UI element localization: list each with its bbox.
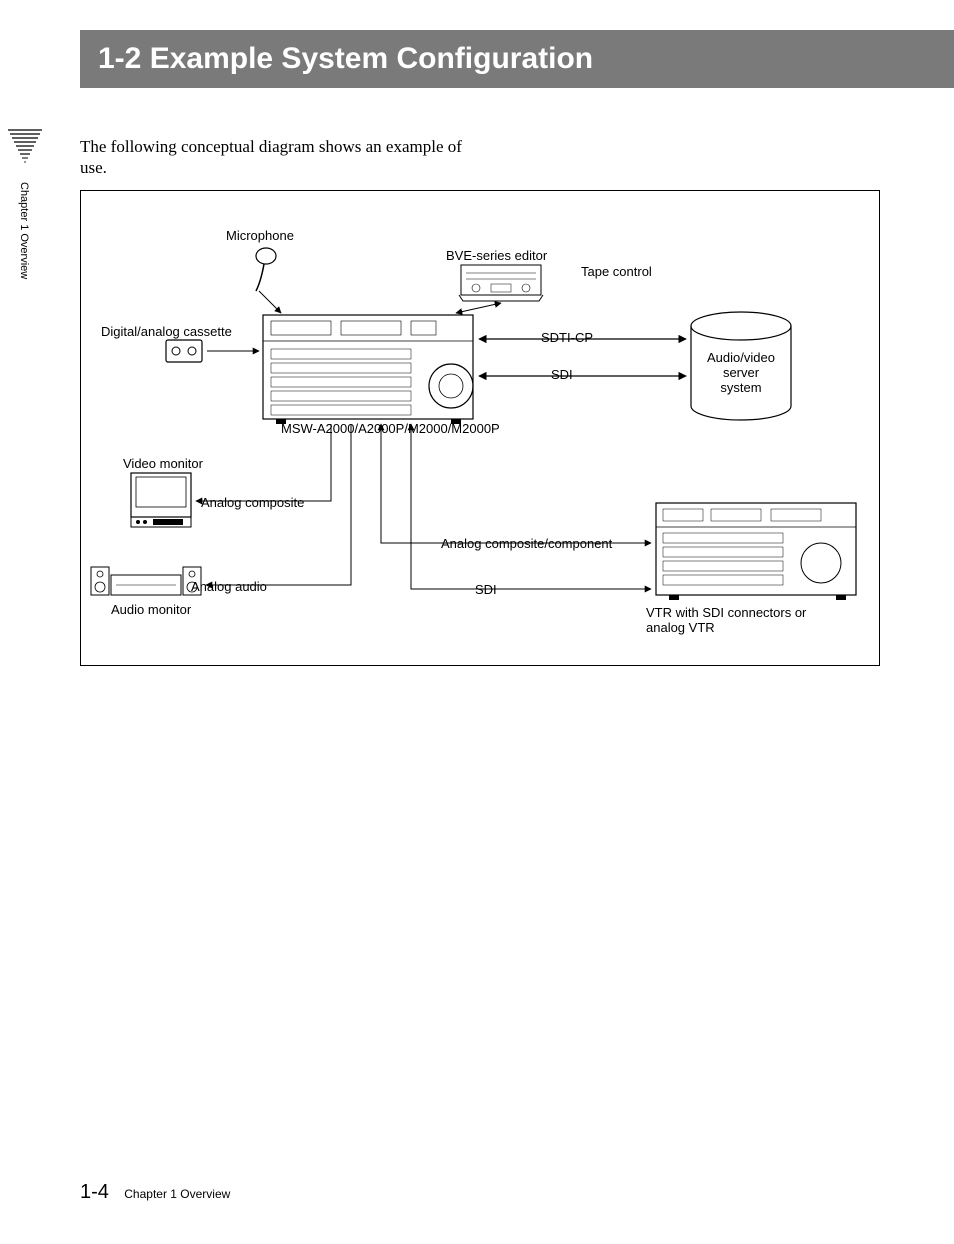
video-monitor-icon — [131, 473, 191, 527]
page-number: 1-4 — [80, 1181, 109, 1203]
server-icon — [691, 312, 791, 420]
system-diagram: Microphone BVE-series editor Tape contro… — [80, 190, 880, 666]
microphone-icon — [256, 248, 276, 291]
side-lines-icon — [0, 128, 50, 172]
page-footer: 1-4 Chapter 1 Overview — [80, 1181, 230, 1204]
cassette-icon — [166, 340, 202, 362]
footer-chapter: Chapter 1 Overview — [124, 1187, 230, 1201]
side-tab: Chapter 1 Overview — [0, 128, 50, 279]
side-chapter-label: Chapter 1 Overview — [18, 182, 30, 279]
second-vtr-icon — [656, 503, 856, 600]
bve-editor-icon — [459, 265, 543, 301]
audio-monitor-icon — [91, 567, 201, 595]
main-vtr-icon — [263, 315, 473, 424]
diagram-svg — [81, 191, 881, 667]
section-title: 1-2 Example System Configuration — [80, 30, 954, 88]
intro-text: The following conceptual diagram shows a… — [80, 136, 480, 179]
